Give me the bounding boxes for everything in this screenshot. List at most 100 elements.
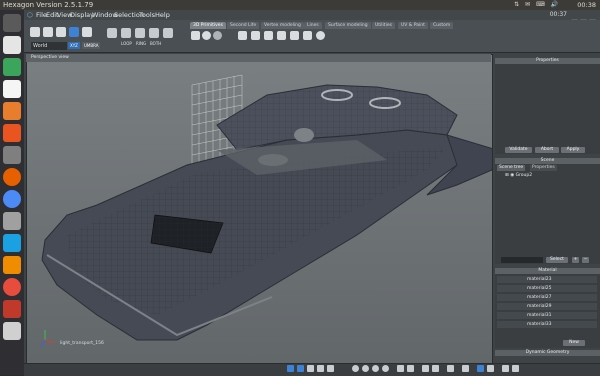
select-arrow-icon[interactable] [30,27,40,37]
scene-tree-item[interactable]: ⊞ ◉ Group2 [505,173,532,179]
list-item[interactable]: material29 [497,303,597,310]
cube-object-icon[interactable] [149,28,159,38]
torus-primitive-icon[interactable] [277,31,286,40]
add-icon[interactable]: + [572,257,579,263]
select-button[interactable]: Select [546,257,568,263]
cube-vertex-icon[interactable] [107,28,117,38]
half-sphere-icon[interactable] [213,31,222,40]
list-item[interactable]: material27 [497,294,597,301]
presentation-icon[interactable] [3,102,21,120]
view-single-icon[interactable] [477,365,484,372]
grid-icon[interactable] [422,365,429,372]
move-icon[interactable] [297,365,304,372]
shading-smooth-icon[interactable] [362,365,369,372]
layout-icon[interactable] [462,365,469,372]
hexagon-icon[interactable] [3,322,21,340]
validate-button[interactable]: Validate [505,147,532,153]
browser-icon[interactable] [3,278,21,296]
prism-primitive-icon[interactable] [303,31,312,40]
document-icon[interactable] [3,80,21,98]
tab-lines[interactable]: Lines [304,22,322,29]
menu-help[interactable]: Help [155,10,170,20]
tab-surface-modeling[interactable]: Surface modeling [325,22,371,29]
dash-icon[interactable] [3,14,21,32]
hand-icon[interactable] [82,27,92,37]
launcher [0,10,24,375]
list-item[interactable]: material33 [497,321,597,328]
list-item[interactable]: material25 [497,285,597,292]
camera-icon[interactable] [287,365,294,372]
cube-face-icon[interactable] [135,28,145,38]
terminal-icon[interactable] [3,212,21,230]
cube-primitive-icon[interactable] [191,31,200,40]
both-label[interactable]: BOTH [150,41,161,47]
spreadsheet-icon[interactable] [3,58,21,76]
viewport-title: Perspective view [31,55,69,60]
view-quad-icon[interactable] [487,365,494,372]
rotate-icon[interactable] [307,365,314,372]
ring-label[interactable]: RING [136,41,146,47]
tab-uv-paint[interactable]: UV & Paint [398,22,428,29]
coord-system-select[interactable]: World [31,42,67,50]
xyz-button[interactable]: XYZ [68,42,80,49]
sphere-primitive-icon[interactable] [202,31,211,40]
app-icon[interactable] [3,300,21,318]
cube-all-icon[interactable] [163,28,173,38]
cube-edge-icon[interactable] [121,28,131,38]
menu-tools[interactable]: Tools [139,10,155,20]
system-clock[interactable]: 00:38 [577,0,596,10]
new-material-button[interactable]: New [563,340,585,346]
abort-button[interactable]: Abort [535,147,559,153]
tab-utilities[interactable]: Utilities [372,22,395,29]
shading-texture-icon[interactable] [382,365,389,372]
tab-3d-primitives[interactable]: 3D Primitives [190,22,226,29]
vlc-icon[interactable] [3,256,21,274]
scene-search-input[interactable] [501,257,543,263]
frame-icon[interactable] [327,365,334,372]
zoom-icon[interactable] [317,365,324,372]
paint-select-icon[interactable] [56,27,66,37]
shadow-icon[interactable] [407,365,414,372]
light-icon[interactable] [397,365,404,372]
list-item[interactable]: material31 [497,312,597,319]
app-logo-icon: ⬡ [27,11,33,19]
pyramid-primitive-icon[interactable] [264,31,273,40]
render-icon[interactable] [447,365,454,372]
apply-button[interactable]: Apply [561,147,585,153]
scene-render [27,55,492,363]
sphere-select-icon[interactable] [69,27,79,37]
tab-second-life[interactable]: Second Life [227,22,260,29]
tab-custom[interactable]: Custom [430,22,454,29]
viewport[interactable] [26,54,493,364]
system-tray[interactable]: ⇅ ✉ ⌨ 🔊 [514,0,560,10]
lasso-icon[interactable] [43,27,53,37]
software-center-icon[interactable] [3,124,21,142]
cylinder-primitive-icon[interactable] [238,31,247,40]
panel-left-icon[interactable] [502,365,509,372]
tube-primitive-icon[interactable] [290,31,299,40]
loop-label[interactable]: LOOP [121,41,132,47]
scene-tree-tab[interactable]: Scene tree [497,165,526,171]
scene-properties-tab[interactable]: Properties [530,165,557,171]
scene-panel [495,164,600,264]
files-icon[interactable] [3,36,21,54]
dynamic-geometry-header[interactable]: Dynamic Geometry [495,350,600,356]
object-label: light_transport_156 [60,341,104,346]
tab-vertex-modeling[interactable]: Vertex modeling [261,22,304,29]
settings-icon[interactable] [3,146,21,164]
geosphere-primitive-icon[interactable] [316,31,325,40]
snap-icon[interactable] [432,365,439,372]
shading-wire-icon[interactable] [372,365,379,372]
menu-display[interactable]: Display [70,10,94,20]
menu-bar: ⬡ File Edit View Display Window Selectio… [24,10,600,20]
shading-flat-icon[interactable] [352,365,359,372]
cone-primitive-icon[interactable] [251,31,260,40]
properties-panel [495,64,600,154]
skype-icon[interactable] [3,234,21,252]
remove-icon[interactable]: − [582,257,589,263]
umbra-button[interactable]: UMBRA [82,42,101,49]
chrome-icon[interactable] [3,190,21,208]
list-item[interactable]: material23 [497,276,597,283]
panel-right-icon[interactable] [512,365,519,372]
firefox-icon[interactable] [3,168,21,186]
